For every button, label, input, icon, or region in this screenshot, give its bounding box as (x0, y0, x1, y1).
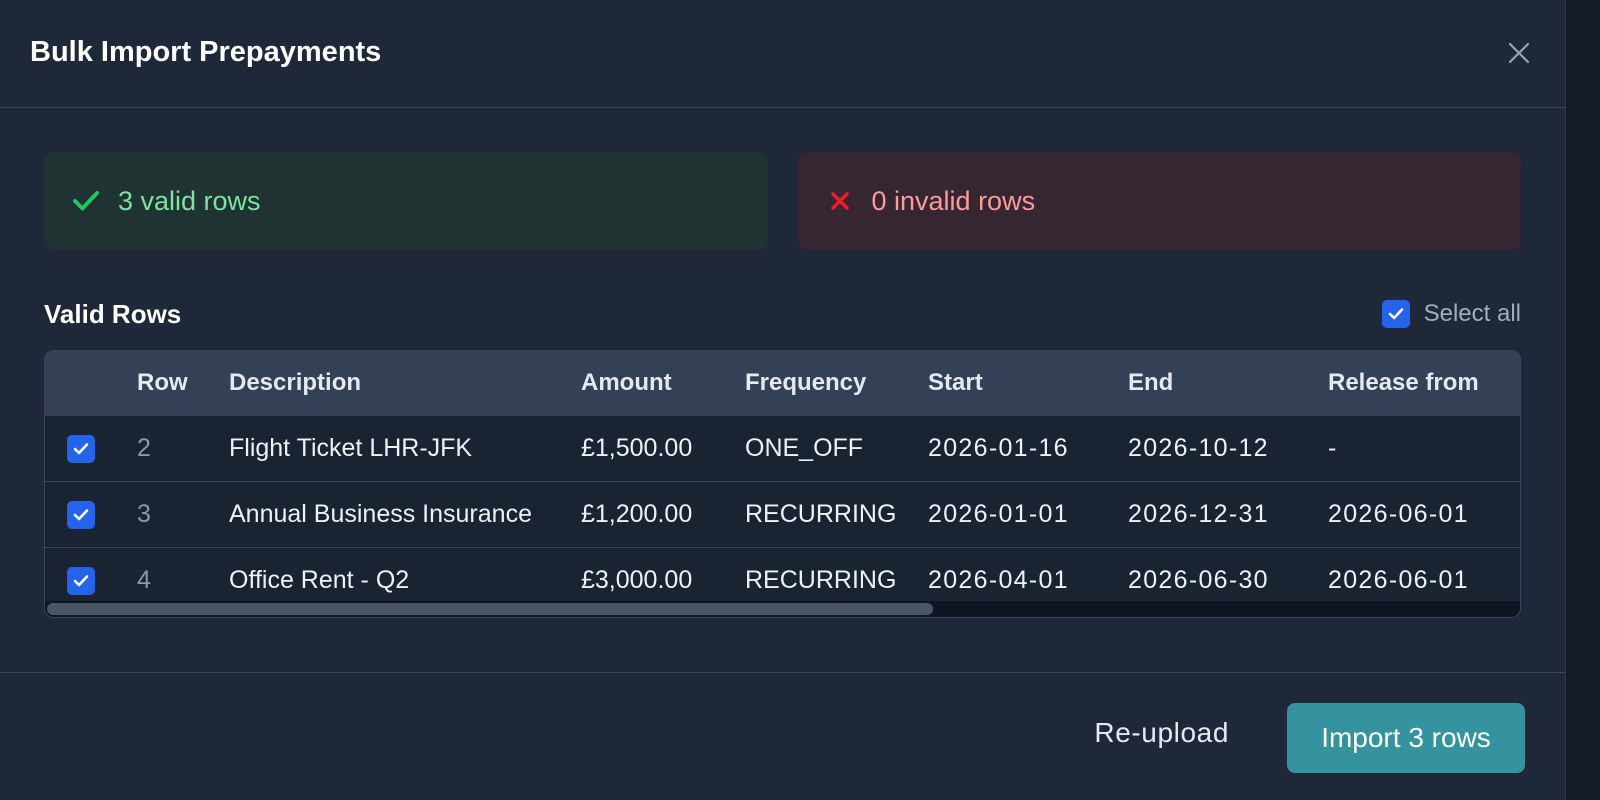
row-checkbox[interactable] (67, 501, 95, 529)
table-header: Row Description Amount Frequency Start E… (45, 351, 1520, 415)
bulk-import-modal: Bulk Import Prepayments 3 valid rows 0 i… (0, 0, 1566, 800)
header-release-from: Release from (1328, 369, 1479, 396)
cell-end: 2026-10-12 (1128, 434, 1269, 462)
cell-release-from: 2026-06-01 (1328, 566, 1469, 594)
select-all-label: Select all (1423, 300, 1521, 327)
scrollbar-thumb[interactable] (47, 603, 933, 615)
header-frequency: Frequency (745, 369, 867, 396)
x-icon (826, 187, 854, 215)
import-button[interactable]: Import 3 rows (1287, 703, 1525, 773)
select-all-checkbox[interactable] (1381, 300, 1410, 328)
row-checkbox[interactable] (67, 435, 95, 463)
table-row: 3 Annual Business Insurance £1,200.00 RE… (45, 481, 1520, 547)
close-icon (1508, 42, 1530, 63)
modal-footer: Re-upload Import 3 rows (0, 672, 1565, 800)
valid-rows-table: Row Description Amount Frequency Start E… (44, 350, 1521, 618)
cell-end: 2026-06-30 (1128, 566, 1269, 594)
cell-description: Annual Business Insurance (229, 500, 532, 528)
cell-amount: £1,200.00 (581, 500, 693, 528)
cell-description: Office Rent - Q2 (229, 566, 410, 594)
header-row: Row (137, 369, 188, 396)
cell-frequency: ONE_OFF (745, 434, 864, 462)
invalid-rows-card: 0 invalid rows (797, 152, 1521, 250)
cell-row: 4 (137, 566, 151, 594)
cell-row: 2 (137, 434, 151, 462)
cell-description: Flight Ticket LHR-JFK (229, 434, 473, 462)
checkmark-icon (73, 443, 89, 455)
header-amount: Amount (581, 369, 672, 396)
cell-start: 2026-01-16 (928, 434, 1069, 462)
cell-release-from: 2026-06-01 (1328, 500, 1469, 528)
table-row: 2 Flight Ticket LHR-JFK £1,500.00 ONE_OF… (45, 415, 1520, 481)
cell-start: 2026-01-01 (928, 500, 1069, 528)
checkmark-icon (1388, 308, 1403, 320)
reupload-button[interactable]: Re-upload (1094, 707, 1229, 759)
cell-amount: £1,500.00 (581, 434, 693, 462)
row-checkbox[interactable] (67, 567, 95, 595)
valid-rows-label: 3 valid rows (118, 185, 261, 216)
cell-frequency: RECURRING (745, 500, 897, 528)
cell-end: 2026-12-31 (1128, 500, 1269, 528)
cell-row: 3 (137, 500, 151, 528)
modal-header: Bulk Import Prepayments (0, 0, 1565, 108)
section-title: Valid Rows (44, 298, 182, 329)
close-button[interactable] (1501, 35, 1537, 71)
cell-frequency: RECURRING (745, 566, 897, 594)
cell-release-from: - (1328, 434, 1338, 462)
select-all-toggle[interactable]: Select all (1381, 300, 1521, 328)
checkmark-icon (73, 509, 89, 521)
check-icon (72, 187, 100, 215)
header-description: Description (229, 369, 362, 396)
modal-title: Bulk Import Prepayments (30, 36, 382, 68)
valid-rows-section-header: Valid Rows Select all (44, 296, 1521, 332)
cell-start: 2026-04-01 (928, 566, 1069, 594)
header-start: Start (928, 369, 983, 396)
horizontal-scrollbar[interactable] (45, 601, 1520, 617)
validation-summary: 3 valid rows 0 invalid rows (44, 152, 1521, 250)
checkmark-icon (73, 575, 89, 587)
invalid-rows-label: 0 invalid rows (871, 185, 1036, 216)
cell-amount: £3,000.00 (581, 566, 693, 594)
header-end: End (1128, 369, 1174, 396)
valid-rows-card: 3 valid rows (44, 152, 768, 250)
background-page-edge (1567, 0, 1600, 800)
